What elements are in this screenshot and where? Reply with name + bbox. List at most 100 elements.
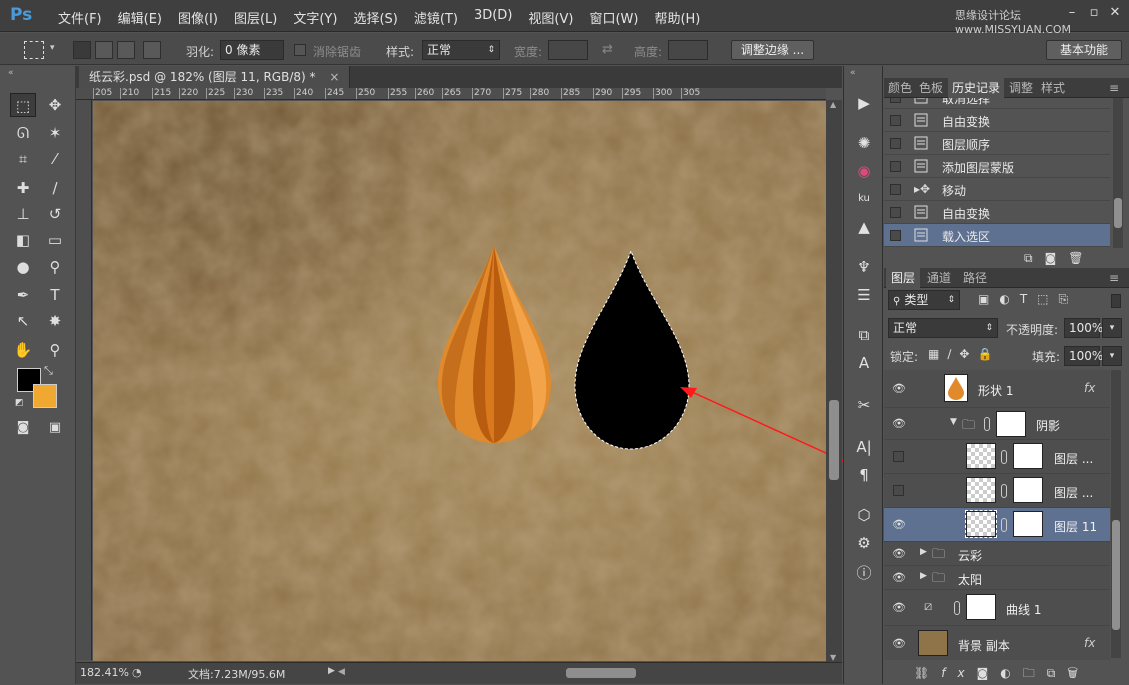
3d-icon[interactable]: ⬡	[852, 504, 876, 526]
visibility-off-checkbox[interactable]	[893, 451, 904, 462]
scroll-left-icon[interactable]: ◀	[338, 667, 345, 677]
history-scroll-thumb[interactable]	[1114, 198, 1122, 228]
filter-pixel-icon[interactable]: ▣	[978, 292, 999, 306]
eyedropper-tool-icon[interactable]: ⁄	[42, 147, 68, 171]
layer-mask-thumbnail[interactable]	[1013, 511, 1043, 537]
custom-shape-icon[interactable]: ✸	[42, 309, 68, 333]
fill-dropdown-icon[interactable]: ▾	[1102, 346, 1122, 366]
tab-styles[interactable]: 样式	[1038, 78, 1068, 98]
history-item[interactable]: 自由变换	[884, 201, 1110, 224]
layer-thumbnail[interactable]	[918, 630, 948, 656]
filter-type-icon[interactable]: T	[1020, 292, 1037, 306]
panel-menu-icon[interactable]: ≡	[1104, 78, 1124, 98]
layer-thumbnail[interactable]	[966, 477, 996, 503]
play-actions-icon[interactable]: ▶	[852, 92, 876, 114]
screen-mode-icon[interactable]: ▣	[42, 416, 68, 440]
layer-filter-select[interactable]: ⚲ 类型 ⇕	[888, 290, 960, 310]
style-select[interactable]: 正常 ⇕	[422, 40, 500, 60]
history-item[interactable]: ▸✥ 移动	[884, 178, 1110, 201]
horizontal-scroll-thumb[interactable]	[566, 668, 636, 678]
workspace-button[interactable]: 基本功能	[1046, 40, 1122, 60]
tool-preset-dropdown-icon[interactable]: ▾	[50, 43, 55, 53]
link-layers-icon[interactable]: ⛓	[914, 666, 941, 680]
layer-fx-icon[interactable]: fx	[1084, 636, 1095, 650]
history-snapshot-checkbox[interactable]	[890, 138, 901, 149]
height-input[interactable]	[668, 40, 708, 60]
feather-input[interactable]: 0 像素	[220, 40, 284, 60]
color-wheel-icon[interactable]: ◉	[852, 160, 876, 182]
menu-view[interactable]: 视图(V)	[520, 8, 581, 27]
magic-wand-tool-icon[interactable]: ✶	[42, 121, 68, 145]
panel-menu-icon[interactable]: ≡	[1104, 268, 1124, 288]
menu-3d[interactable]: 3D(D)	[466, 8, 520, 27]
scroll-up-icon[interactable]: ▲	[830, 100, 836, 109]
menu-select[interactable]: 选择(S)	[345, 8, 405, 27]
navigator-icon[interactable]: ✺	[852, 132, 876, 154]
document-canvas[interactable]	[93, 101, 826, 661]
restore-icon[interactable]: ▫	[1085, 6, 1103, 20]
zoom-tool-icon[interactable]: ⚲	[42, 338, 68, 362]
trash-icon[interactable]: 🗑	[1068, 251, 1095, 265]
new-adjustment-icon[interactable]: ◐	[1000, 666, 1022, 680]
adjustment-mask-thumbnail[interactable]	[966, 594, 996, 620]
menu-image[interactable]: 图像(I)	[170, 8, 226, 27]
lock-image-icon[interactable]: ∕	[947, 347, 959, 361]
minimize-icon[interactable]: –	[1063, 6, 1081, 20]
eye-icon[interactable]: 👁	[892, 571, 906, 585]
rectangular-marquee-icon[interactable]	[24, 41, 44, 59]
swap-dimensions-icon[interactable]: ⇄	[602, 42, 613, 57]
layer-row[interactable]: 👁 形状 1 fx	[884, 370, 1110, 408]
collapse-arrows-icon[interactable]: «	[850, 68, 856, 78]
lasso-tool-icon[interactable]: ᘏ	[10, 121, 36, 145]
eraser-tool-icon[interactable]: ◧	[10, 228, 36, 252]
layer-group-row[interactable]: 👁 ▶ 🗀 太阳	[884, 566, 1110, 590]
default-colors-icon[interactable]: ◩	[15, 398, 24, 408]
path-selection-icon[interactable]: ↖	[10, 309, 36, 333]
opacity-dropdown-icon[interactable]: ▾	[1102, 318, 1122, 338]
kuler-icon[interactable]: ku	[852, 188, 876, 210]
history-snapshot-checkbox[interactable]	[890, 98, 901, 103]
visibility-off-checkbox[interactable]	[893, 485, 904, 496]
history-item[interactable]: 取消选择	[884, 98, 1110, 109]
document-tab[interactable]: 纸云彩.psd @ 182% (图层 11, RGB/8) * ×	[79, 66, 351, 88]
lock-all-icon[interactable]: 🔒	[977, 347, 1000, 361]
pen-tool-icon[interactable]: ✒	[10, 283, 36, 307]
link-icon[interactable]	[954, 601, 960, 615]
tab-history[interactable]: 历史记录	[948, 78, 1004, 98]
layer-comps-icon[interactable]: ⚙	[852, 532, 876, 554]
link-icon[interactable]	[1001, 450, 1007, 464]
menu-window[interactable]: 窗口(W)	[581, 8, 646, 27]
history-snapshot-checkbox[interactable]	[890, 115, 901, 126]
layers-scrollbar[interactable]	[1111, 370, 1121, 658]
menu-filter[interactable]: 滤镜(T)	[406, 8, 466, 27]
new-selection-icon[interactable]	[73, 41, 91, 59]
type-tool-icon[interactable]: T	[42, 283, 68, 307]
add-mask-icon[interactable]: ◙	[977, 666, 1001, 680]
menu-type[interactable]: 文字(Y)	[285, 8, 345, 27]
menu-file[interactable]: 文件(F)	[50, 8, 110, 27]
history-snapshot-checkbox[interactable]	[890, 161, 901, 172]
info-icon[interactable]: ⓘ	[852, 562, 876, 584]
scroll-down-icon[interactable]: ▼	[830, 653, 836, 662]
eye-icon[interactable]: 👁	[892, 601, 906, 615]
swap-colors-icon[interactable]: ⤡	[44, 364, 53, 378]
menu-layer[interactable]: 图层(L)	[226, 8, 285, 27]
layer-thumbnail[interactable]	[966, 443, 996, 469]
quick-mask-icon[interactable]: ◙	[10, 416, 36, 440]
export-icon[interactable]: ◔	[132, 666, 142, 679]
tab-color[interactable]: 颜色	[886, 78, 914, 98]
close-tab-icon[interactable]: ×	[329, 70, 339, 84]
filter-smart-object-icon[interactable]: ⎘	[1059, 292, 1079, 306]
blur-tool-icon[interactable]: ●	[10, 255, 36, 279]
gradient-tool-icon[interactable]: ▭	[42, 228, 68, 252]
move-tool-icon[interactable]: ✥	[42, 93, 68, 117]
link-icon[interactable]	[984, 417, 990, 431]
add-layer-style-icon[interactable]: fx	[941, 666, 976, 680]
dodge-tool-icon[interactable]: ⚲	[42, 255, 68, 279]
new-document-from-state-icon[interactable]: ⧉	[1024, 251, 1045, 265]
histogram-icon[interactable]: ▲	[852, 216, 876, 238]
layer-row[interactable]: 图层 ...	[884, 440, 1110, 474]
vertical-scroll-thumb[interactable]	[829, 400, 839, 480]
layer-row-selected[interactable]: 👁 图层 11	[884, 508, 1110, 542]
history-item[interactable]: 自由变换	[884, 109, 1110, 132]
